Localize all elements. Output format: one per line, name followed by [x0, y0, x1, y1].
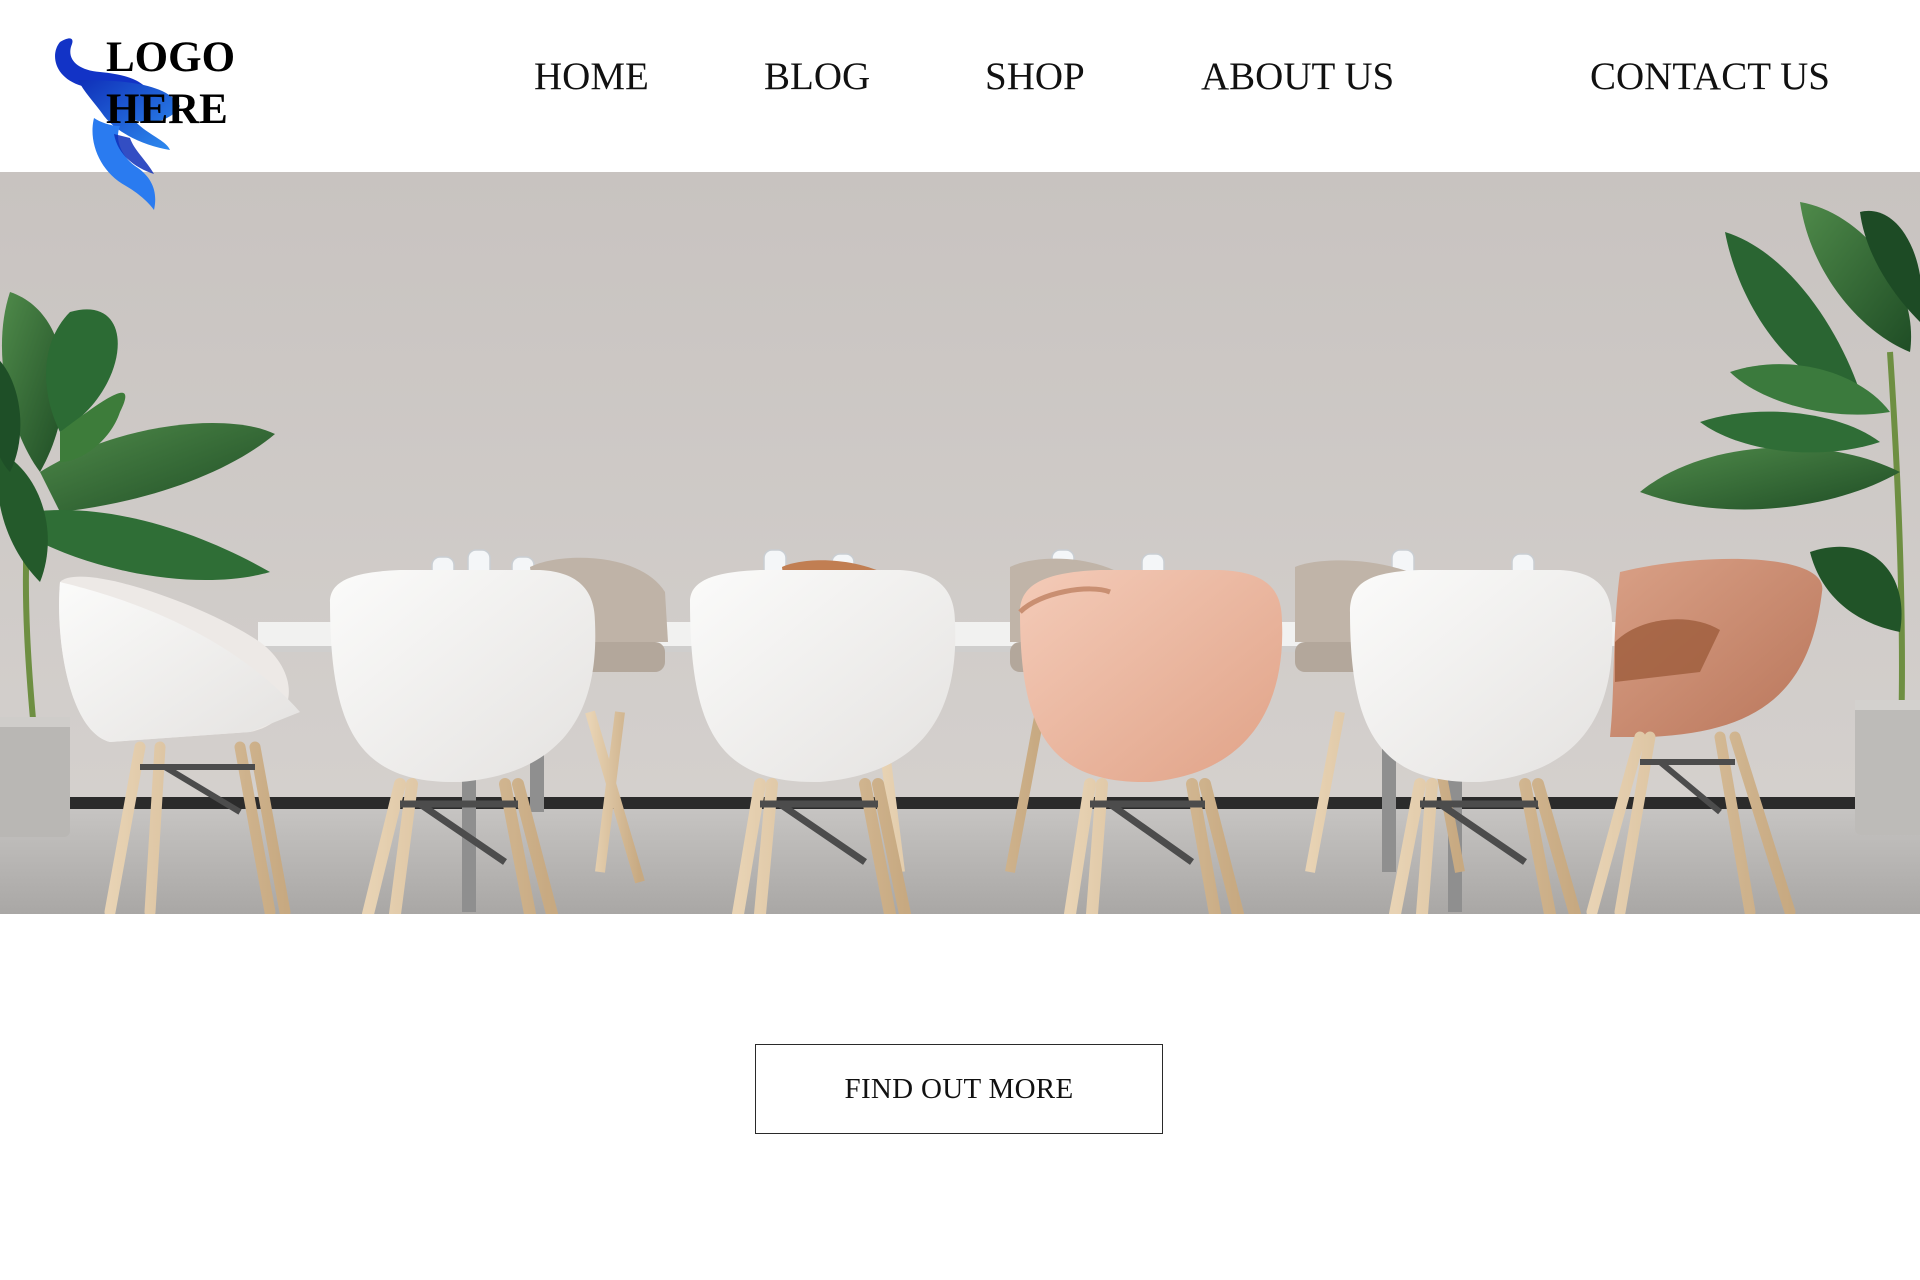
nav-about-link[interactable]: ABOUT US — [1201, 50, 1394, 104]
find-out-more-button[interactable]: FIND OUT MORE — [755, 1044, 1163, 1134]
meeting-room-illustration — [0, 172, 1920, 914]
nav-blog-link[interactable]: BLOG — [764, 50, 870, 104]
nav-contact-link[interactable]: CONTACT US — [1590, 50, 1830, 104]
nav-shop-link[interactable]: SHOP — [985, 50, 1085, 104]
nav-home-link[interactable]: HOME — [534, 50, 649, 104]
site-header: LOGO HERE HOME BLOG SHOP ABOUT US CONTAC… — [0, 0, 1920, 210]
hero-image — [0, 172, 1920, 914]
main-nav: HOME BLOG SHOP ABOUT US CONTACT US — [0, 50, 1920, 104]
